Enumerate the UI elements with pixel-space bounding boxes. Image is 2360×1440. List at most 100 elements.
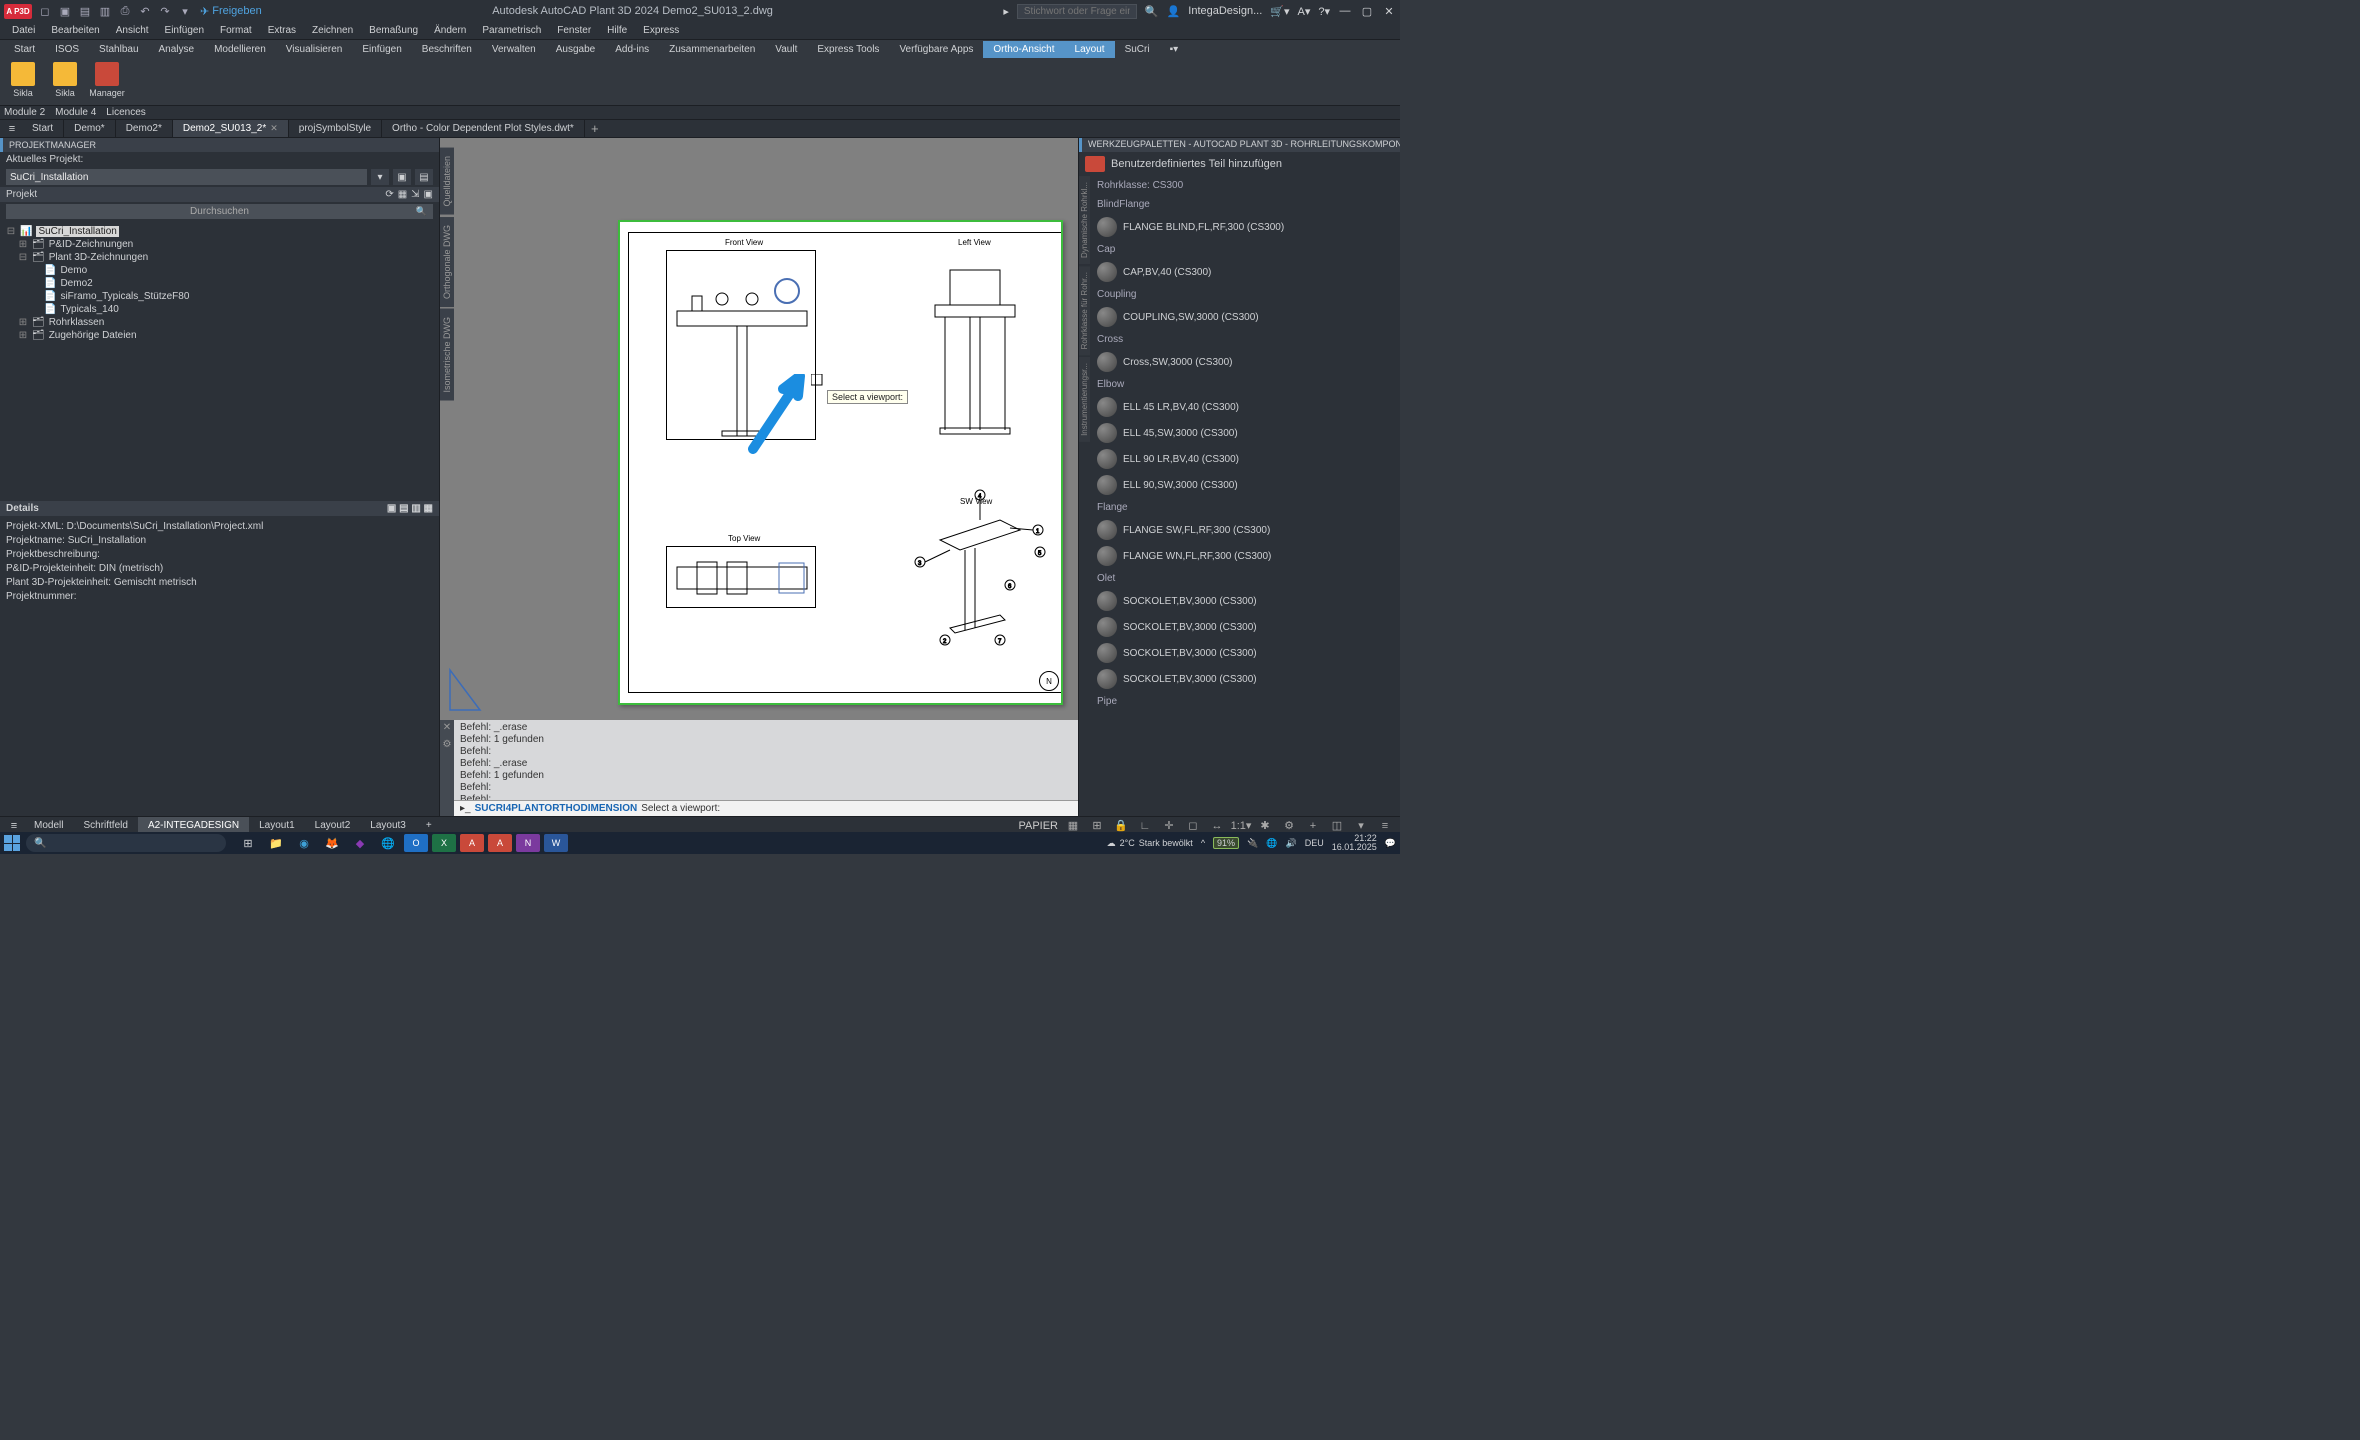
palette-item[interactable]: SOCKOLET,BV,3000 (CS300) (1083, 666, 1396, 692)
ribbon-btn-sikla[interactable]: Sikla (4, 60, 42, 98)
ribbon-btn-manager[interactable]: Manager (88, 60, 126, 98)
pm-refresh-icon[interactable]: ⟳ (385, 189, 393, 200)
pm-folder-icon[interactable]: ▣ (424, 189, 433, 200)
palette-item[interactable]: SOCKOLET,BV,3000 (CS300) (1083, 588, 1396, 614)
top-viewport[interactable] (666, 546, 816, 608)
help-search-input[interactable] (1017, 4, 1137, 19)
tree-node[interactable]: ⊟📊SuCri_Installation (6, 225, 433, 238)
status-polar-icon[interactable]: ✛ (1160, 819, 1178, 833)
ribbon-btn-sikla[interactable]: Sikla (46, 60, 84, 98)
apps-icon[interactable]: A▾ (1298, 5, 1311, 18)
canvas-side-tab[interactable]: Isometrische DWG (440, 309, 454, 401)
tray-sound-icon[interactable]: 🔊 (1286, 838, 1297, 849)
tree-node[interactable]: 📄siFramo_Typicals_StützeF80 (6, 290, 433, 303)
pm-det-btn4[interactable]: ▦ (424, 503, 433, 514)
ribbon-tab-ausgabe[interactable]: Ausgabe (546, 41, 605, 58)
drawing-canvas[interactable]: QuelldateienOrthogonale DWGIsometrische … (440, 138, 1078, 720)
drawing-tabs-menu-icon[interactable]: ≡ (2, 123, 22, 135)
ribbon-tab-vault[interactable]: Vault (765, 41, 807, 58)
status-plus-icon[interactable]: + (1304, 819, 1322, 833)
qat-undo-icon[interactable]: ↶ (138, 4, 152, 18)
info-dropdown[interactable]: ▸ (1003, 5, 1009, 18)
status-osnap-icon[interactable]: ◻ (1184, 819, 1202, 833)
qat-new-icon[interactable]: ◻ (38, 4, 52, 18)
task-explorer-icon[interactable]: 📁 (264, 834, 288, 852)
menu-ändern[interactable]: Ändern (426, 23, 474, 38)
palette-item[interactable]: Cross,SW,3000 (CS300) (1083, 349, 1396, 375)
palette-side-tab[interactable]: Instrumentierungsr... (1079, 357, 1090, 442)
tab-close-icon[interactable]: ✕ (270, 123, 278, 134)
ribbon-tab-zusammenarbeiten[interactable]: Zusammenarbeiten (659, 41, 765, 58)
task-word-icon[interactable]: W (544, 834, 568, 852)
ribbon-tab-more[interactable]: ▪▾ (1160, 41, 1189, 58)
share-button[interactable]: ✈ Freigeben (200, 5, 262, 18)
pm-det-btn3[interactable]: ▥ (411, 503, 420, 514)
menu-fenster[interactable]: Fenster (549, 23, 599, 38)
ribbon-tab-verwalten[interactable]: Verwalten (482, 41, 546, 58)
qat-open-icon[interactable]: ▣ (58, 4, 72, 18)
tree-node[interactable]: 📄Typicals_140 (6, 303, 433, 316)
tree-node[interactable]: ⊟🗂Plant 3D-Zeichnungen (6, 251, 433, 264)
ribbon-tab-ortho-ansicht[interactable]: Ortho-Ansicht (983, 41, 1064, 58)
ribbon-tab-einfügen[interactable]: Einfügen (352, 41, 411, 58)
tray-chevron-icon[interactable]: ^ (1201, 838, 1205, 848)
taskbar-search[interactable]: 🔍 (26, 834, 226, 852)
palette-item[interactable]: ELL 90 LR,BV,40 (CS300) (1083, 446, 1396, 472)
menu-parametrisch[interactable]: Parametrisch (474, 23, 549, 38)
maximize-button[interactable]: ▢ (1360, 5, 1374, 18)
pm-search-input[interactable]: Durchsuchen (6, 204, 433, 219)
palette-item[interactable]: FLANGE SW,FL,RF,300 (CS300) (1083, 517, 1396, 543)
palette-item[interactable]: COUPLING,SW,3000 (CS300) (1083, 304, 1396, 330)
pm-det-btn2[interactable]: ▤ (399, 503, 408, 514)
pm-project-combo[interactable] (6, 169, 367, 185)
task-view-icon[interactable]: ⊞ (236, 834, 260, 852)
tree-node[interactable]: ⊞🗂Rohrklassen (6, 316, 433, 329)
expand-icon[interactable]: ⊞ (18, 330, 28, 341)
task-firefox-icon[interactable]: 🦊 (320, 834, 344, 852)
drawing-tab[interactable]: Demo2* (116, 120, 173, 137)
qat-redo-icon[interactable]: ↷ (158, 4, 172, 18)
search-icon[interactable]: 🔍 (1145, 5, 1159, 18)
status-tray-icon[interactable]: ≡ (1376, 819, 1394, 833)
tray-lang[interactable]: DEU (1305, 838, 1324, 848)
taskbar-weather[interactable]: ☁ 2°C Stark bewölkt (1107, 838, 1193, 849)
status-lock-icon[interactable]: 🔒 (1112, 819, 1130, 833)
pm-link-icon[interactable]: ⇲ (411, 189, 419, 200)
cmd-options-icon[interactable]: ⚙ (443, 739, 452, 750)
ribbon-tab-add-ins[interactable]: Add-ins (605, 41, 659, 58)
task-autocad-icon[interactable]: A (460, 834, 484, 852)
expand-icon[interactable]: ⊟ (6, 226, 16, 237)
status-gear-icon[interactable]: ⚙ (1280, 819, 1298, 833)
tray-power-icon[interactable]: 🔌 (1247, 838, 1258, 849)
pm-new-icon[interactable]: ▦ (398, 189, 407, 200)
status-iso-icon[interactable]: ◫ (1328, 819, 1346, 833)
ribbon-tab-sucri[interactable]: SuCri (1115, 41, 1160, 58)
palette-item[interactable]: SOCKOLET,BV,3000 (CS300) (1083, 614, 1396, 640)
palette-side-tab[interactable]: Rohrklasse für Rohr... (1079, 266, 1090, 355)
menu-einfügen[interactable]: Einfügen (157, 23, 212, 38)
ribbon-tab-express-tools[interactable]: Express Tools (807, 41, 889, 58)
qat-plot-icon[interactable]: ⎙ (118, 4, 132, 18)
taskbar-clock[interactable]: 21:22 16.01.2025 (1332, 834, 1377, 852)
ribbon-tab-start[interactable]: Start (4, 41, 45, 58)
ribbon-panel-module-2[interactable]: Module 2 (4, 107, 45, 118)
drawing-tab[interactable]: Start (22, 120, 64, 137)
drawing-tab[interactable]: Ortho - Color Dependent Plot Styles.dwt* (382, 120, 585, 137)
help-icon[interactable]: ?▾ (1318, 5, 1330, 18)
status-grid-icon[interactable]: ▦ (1064, 819, 1082, 833)
ribbon-tab-analyse[interactable]: Analyse (149, 41, 205, 58)
task-onenote-icon[interactable]: N (516, 834, 540, 852)
start-button[interactable] (4, 835, 20, 851)
menu-extras[interactable]: Extras (260, 23, 304, 38)
palette-item[interactable]: ELL 90,SW,3000 (CS300) (1083, 472, 1396, 498)
qat-save-icon[interactable]: ▤ (78, 4, 92, 18)
cmd-close-icon[interactable]: ✕ (443, 722, 451, 733)
status-ortho-icon[interactable]: ∟ (1136, 819, 1154, 833)
palette-item[interactable]: CAP,BV,40 (CS300) (1083, 259, 1396, 285)
task-app1-icon[interactable]: ◆ (348, 834, 372, 852)
menu-hilfe[interactable]: Hilfe (599, 23, 635, 38)
drawing-tab[interactable]: Demo* (64, 120, 116, 137)
canvas-side-tab[interactable]: Quelldateien (440, 148, 454, 215)
menu-format[interactable]: Format (212, 23, 260, 38)
tray-notifications-icon[interactable]: 💬 (1385, 838, 1396, 849)
